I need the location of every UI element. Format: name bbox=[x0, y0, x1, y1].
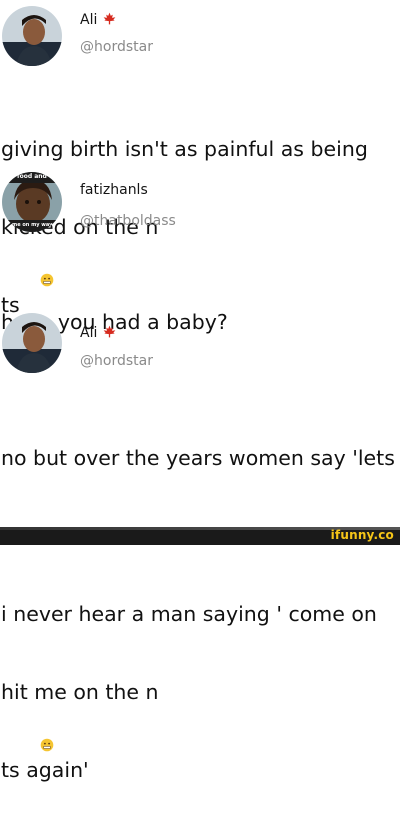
tweet-text: no but over the years women say 'lets ha… bbox=[1, 393, 395, 835]
tweet-line: hit me on the n ts again' bbox=[1, 679, 395, 783]
avatar[interactable] bbox=[2, 6, 62, 66]
avatar[interactable] bbox=[2, 313, 62, 373]
grimace-emoji-icon bbox=[1, 706, 395, 758]
author-name[interactable]: Ali bbox=[80, 325, 97, 341]
tweet-2: food and me on my way fatizhanls @thatbo… bbox=[0, 160, 400, 334]
author-handle[interactable]: @thatboldass bbox=[80, 213, 176, 229]
tweet-1: Ali @hordstar giving birth isn't as pain… bbox=[0, 0, 400, 317]
tweet-line: i never hear a man saying ' come on bbox=[1, 602, 377, 626]
ifunny-watermark: ifunny.co bbox=[330, 528, 394, 542]
avatar-caption-top: food and bbox=[17, 173, 47, 180]
maple-leaf-icon bbox=[103, 323, 116, 342]
avatar-caption-bottom: me on my way bbox=[12, 222, 53, 228]
tweet-line: no but over the years women say 'lets bbox=[1, 446, 395, 470]
author-handle[interactable]: @hordstar bbox=[80, 353, 153, 369]
maple-leaf-icon bbox=[103, 10, 116, 29]
footer-bar: ifunny.co bbox=[0, 527, 400, 545]
author-handle[interactable]: @hordstar bbox=[80, 39, 153, 55]
avatar[interactable]: food and me on my way bbox=[2, 172, 62, 232]
author-name[interactable]: Ali bbox=[80, 12, 97, 28]
author-name[interactable]: fatizhanls bbox=[80, 182, 148, 198]
tweet-3: Ali @hordstar no but over the years wome… bbox=[0, 305, 400, 782]
tweet-line: giving birth isn't as painful as being bbox=[1, 137, 368, 161]
